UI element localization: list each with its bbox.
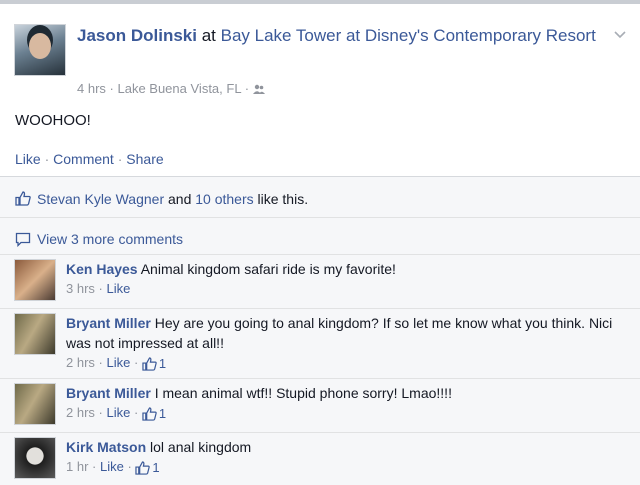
comment-item: Bryant Miller I mean animal wtf!! Stupid… — [0, 378, 640, 432]
comment-time[interactable]: 1 hr — [66, 459, 88, 474]
commenter-avatar[interactable] — [14, 437, 56, 479]
thumbs-up-icon — [142, 406, 157, 421]
chevron-down-icon[interactable] — [614, 28, 626, 40]
commenter-name-link[interactable]: Ken Hayes — [66, 261, 138, 277]
author-name-link[interactable]: Jason Dolinski — [77, 26, 197, 45]
comment-item: Kirk Matson lol anal kingdom 1 hr · Like… — [0, 432, 640, 485]
view-more-comments[interactable]: View 3 more comments — [0, 218, 640, 254]
view-more-comments-link[interactable]: View 3 more comments — [37, 231, 183, 247]
liker-name-link[interactable]: Stevan Kyle Wagner — [37, 191, 164, 207]
commenter-name-link[interactable]: Kirk Matson — [66, 439, 146, 455]
commenter-avatar[interactable] — [14, 383, 56, 425]
comment-text: lol anal kingdom — [150, 439, 252, 455]
comment-body: Bryant Miller Hey are you going to anal … — [66, 313, 626, 374]
like-link[interactable]: Like — [15, 151, 41, 167]
others-link[interactable]: 10 others — [195, 191, 253, 207]
comment-item: Bryant Miller Hey are you going to anal … — [0, 308, 640, 378]
thumbs-up-icon — [15, 191, 31, 206]
likes-summary: Stevan Kyle Wagner and 10 others like th… — [0, 176, 640, 218]
post-actions: Like · Comment · Share — [15, 151, 164, 167]
comment-like-count[interactable]: 1 — [142, 354, 166, 374]
commenter-avatar[interactable] — [14, 259, 56, 301]
comment-bubble-icon — [15, 232, 31, 247]
post-location[interactable]: Lake Buena Vista, FL — [117, 81, 241, 96]
comment-like-count[interactable]: 1 — [135, 458, 160, 478]
comment-like-link[interactable]: Like — [106, 405, 130, 420]
likes-text: Stevan Kyle Wagner and 10 others like th… — [37, 191, 309, 207]
comment-meta: 3 hrs · Like — [66, 281, 131, 296]
comment-time[interactable]: 3 hrs — [66, 281, 95, 296]
comment-text: Animal kingdom safari ride is my favorit… — [140, 261, 396, 277]
comment-body: Ken Hayes Animal kingdom safari ride is … — [66, 259, 626, 299]
comment-meta: 2 hrs · Like · 1 — [66, 353, 626, 374]
commenter-avatar[interactable] — [14, 313, 56, 355]
comment-like-count[interactable]: 1 — [142, 404, 166, 424]
author-avatar[interactable] — [14, 24, 66, 76]
commenter-name-link[interactable]: Bryant Miller — [66, 315, 151, 331]
post-time[interactable]: 4 hrs — [77, 81, 106, 96]
post-title-line: Jason Dolinski at Bay Lake Tower at Disn… — [77, 24, 597, 48]
comment-like-link[interactable]: Like — [106, 281, 130, 296]
comment-time[interactable]: 2 hrs — [66, 405, 95, 420]
comment-item: Ken Hayes Animal kingdom safari ride is … — [0, 254, 640, 308]
friends-audience-icon[interactable] — [252, 84, 265, 95]
comment-meta: 2 hrs · Like · 1 — [66, 403, 626, 424]
thumbs-up-icon — [142, 356, 157, 371]
post-meta: 4 hrs · Lake Buena Vista, FL · — [77, 81, 265, 96]
share-link[interactable]: Share — [126, 151, 163, 167]
post-header-area: Jason Dolinski at Bay Lake Tower at Disn… — [0, 0, 640, 176]
place-link[interactable]: Bay Lake Tower at Disney's Contemporary … — [221, 26, 596, 45]
post-text: WOOHOO! — [15, 112, 91, 129]
comment-body: Bryant Miller I mean animal wtf!! Stupid… — [66, 383, 626, 424]
at-connector: at — [196, 26, 221, 45]
post-card: Jason Dolinski at Bay Lake Tower at Disn… — [0, 0, 640, 485]
comment-text: I mean animal wtf!! Stupid phone sorry! … — [154, 385, 452, 401]
comment-like-link[interactable]: Like — [106, 355, 130, 370]
comment-time[interactable]: 2 hrs — [66, 355, 95, 370]
comment-body: Kirk Matson lol anal kingdom 1 hr · Like… — [66, 437, 626, 478]
comment-like-link[interactable]: Like — [100, 459, 124, 474]
thumbs-up-icon — [135, 460, 151, 475]
comment-link[interactable]: Comment — [53, 151, 114, 167]
commenter-name-link[interactable]: Bryant Miller — [66, 385, 151, 401]
comment-meta: 1 hr · Like · 1 — [66, 457, 626, 478]
